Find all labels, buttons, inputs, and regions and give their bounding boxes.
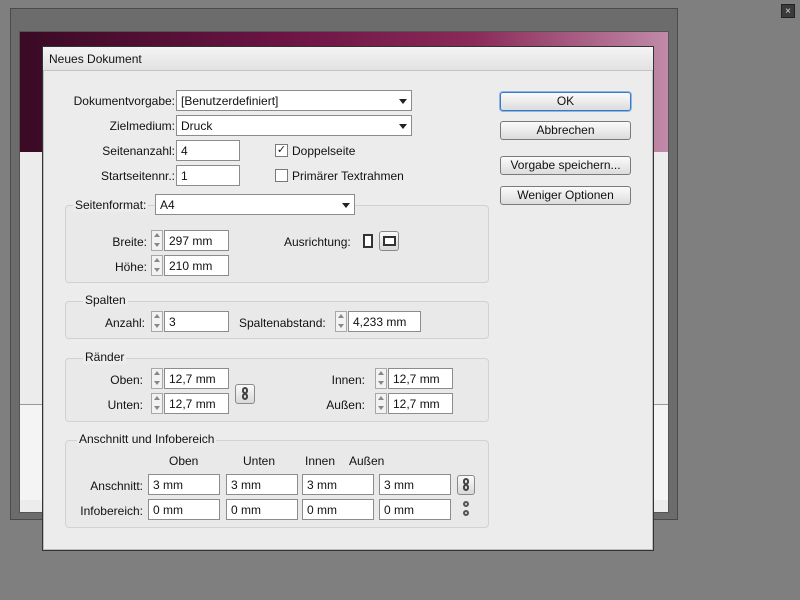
bleed-slug-title: Anschnitt und Infobereich [77, 432, 217, 446]
intent-select[interactable]: Druck [176, 115, 412, 136]
landscape-button[interactable] [379, 231, 399, 251]
broken-chain-icon[interactable] [460, 501, 472, 517]
chevron-down-icon [399, 124, 407, 129]
facing-pages-label: Doppelseite [292, 144, 356, 158]
bleed-col-outside: Außen [349, 454, 385, 468]
slug-label: Infobereich: [80, 504, 143, 518]
height-label: Höhe: [114, 260, 147, 274]
margin-inside-label: Innen: [331, 373, 365, 387]
cancel-button[interactable]: Abbrechen [500, 121, 631, 140]
facing-pages-checkbox[interactable]: ✓ [275, 144, 288, 157]
slug-inside-input[interactable]: 0 mm [302, 499, 374, 520]
slug-bottom-input[interactable]: 0 mm [226, 499, 298, 520]
master-text-frame-checkbox[interactable] [275, 169, 288, 182]
page-size-value: A4 [160, 198, 175, 212]
background-close-button[interactable]: × [781, 4, 795, 18]
start-page-label: Startseitennr.: [100, 169, 175, 183]
preset-select[interactable]: [Benutzerdefiniert] [176, 90, 412, 111]
orientation-label: Ausrichtung: [284, 235, 351, 249]
page-size-select[interactable]: A4 [155, 194, 355, 215]
master-text-frame-label: Primärer Textrahmen [292, 169, 404, 183]
ok-button[interactable]: OK [500, 92, 631, 111]
bleed-bottom-input[interactable]: 3 mm [226, 474, 298, 495]
height-input[interactable]: 210 mm [164, 255, 229, 276]
height-stepper[interactable] [151, 255, 163, 276]
bleed-inside-input[interactable]: 3 mm [302, 474, 374, 495]
pages-label: Seitenanzahl: [102, 144, 175, 158]
bleed-label: Anschnitt: [90, 479, 143, 493]
start-page-input[interactable]: 1 [176, 165, 240, 186]
gutter-label: Spaltenabstand: [239, 316, 326, 330]
chevron-down-icon [399, 99, 407, 104]
margin-outside-label: Außen: [326, 398, 365, 412]
bleed-col-bottom: Unten [243, 454, 276, 468]
new-document-dialog: Neues Dokument Dokumentvorgabe: [Benutze… [42, 46, 654, 551]
chevron-down-icon [342, 203, 350, 208]
pages-input[interactable]: 4 [176, 140, 240, 161]
slug-top-input[interactable]: 0 mm [148, 499, 220, 520]
gutter-input[interactable]: 4,233 mm [348, 311, 421, 332]
bleed-top-input[interactable]: 3 mm [148, 474, 220, 495]
slug-outside-input[interactable]: 0 mm [379, 499, 451, 520]
width-stepper[interactable] [151, 230, 163, 251]
fewer-options-button[interactable]: Weniger Optionen [500, 186, 631, 205]
bleed-link-button[interactable] [457, 475, 475, 495]
margins-title: Ränder [83, 350, 127, 364]
landscape-icon [383, 236, 396, 246]
portrait-icon[interactable] [361, 233, 375, 251]
width-label: Breite: [112, 235, 147, 249]
intent-label: Zielmedium: [109, 119, 175, 133]
margin-outside-input[interactable]: 12,7 mm [388, 393, 453, 414]
save-preset-button[interactable]: Vorgabe speichern... [500, 156, 631, 175]
bleed-col-inside: Innen [305, 454, 336, 468]
page-size-label: Seitenformat: [73, 198, 149, 212]
preset-label: Dokumentvorgabe: [73, 94, 175, 108]
dialog-title: Neues Dokument [49, 52, 142, 66]
gutter-stepper[interactable] [335, 311, 347, 332]
columns-count-stepper[interactable] [151, 311, 163, 332]
margin-outside-stepper[interactable] [375, 393, 387, 414]
columns-count-input[interactable]: 3 [164, 311, 229, 332]
columns-title: Spalten [83, 293, 128, 307]
preset-value: [Benutzerdefiniert] [181, 94, 279, 108]
dialog-titlebar: Neues Dokument [43, 47, 653, 71]
columns-count-label: Anzahl: [104, 316, 145, 330]
margin-inside-stepper[interactable] [375, 368, 387, 389]
bleed-col-top: Oben [169, 454, 199, 468]
margin-inside-input[interactable]: 12,7 mm [388, 368, 453, 389]
bleed-outside-input[interactable]: 3 mm [379, 474, 451, 495]
width-input[interactable]: 297 mm [164, 230, 229, 251]
intent-value: Druck [181, 119, 213, 133]
